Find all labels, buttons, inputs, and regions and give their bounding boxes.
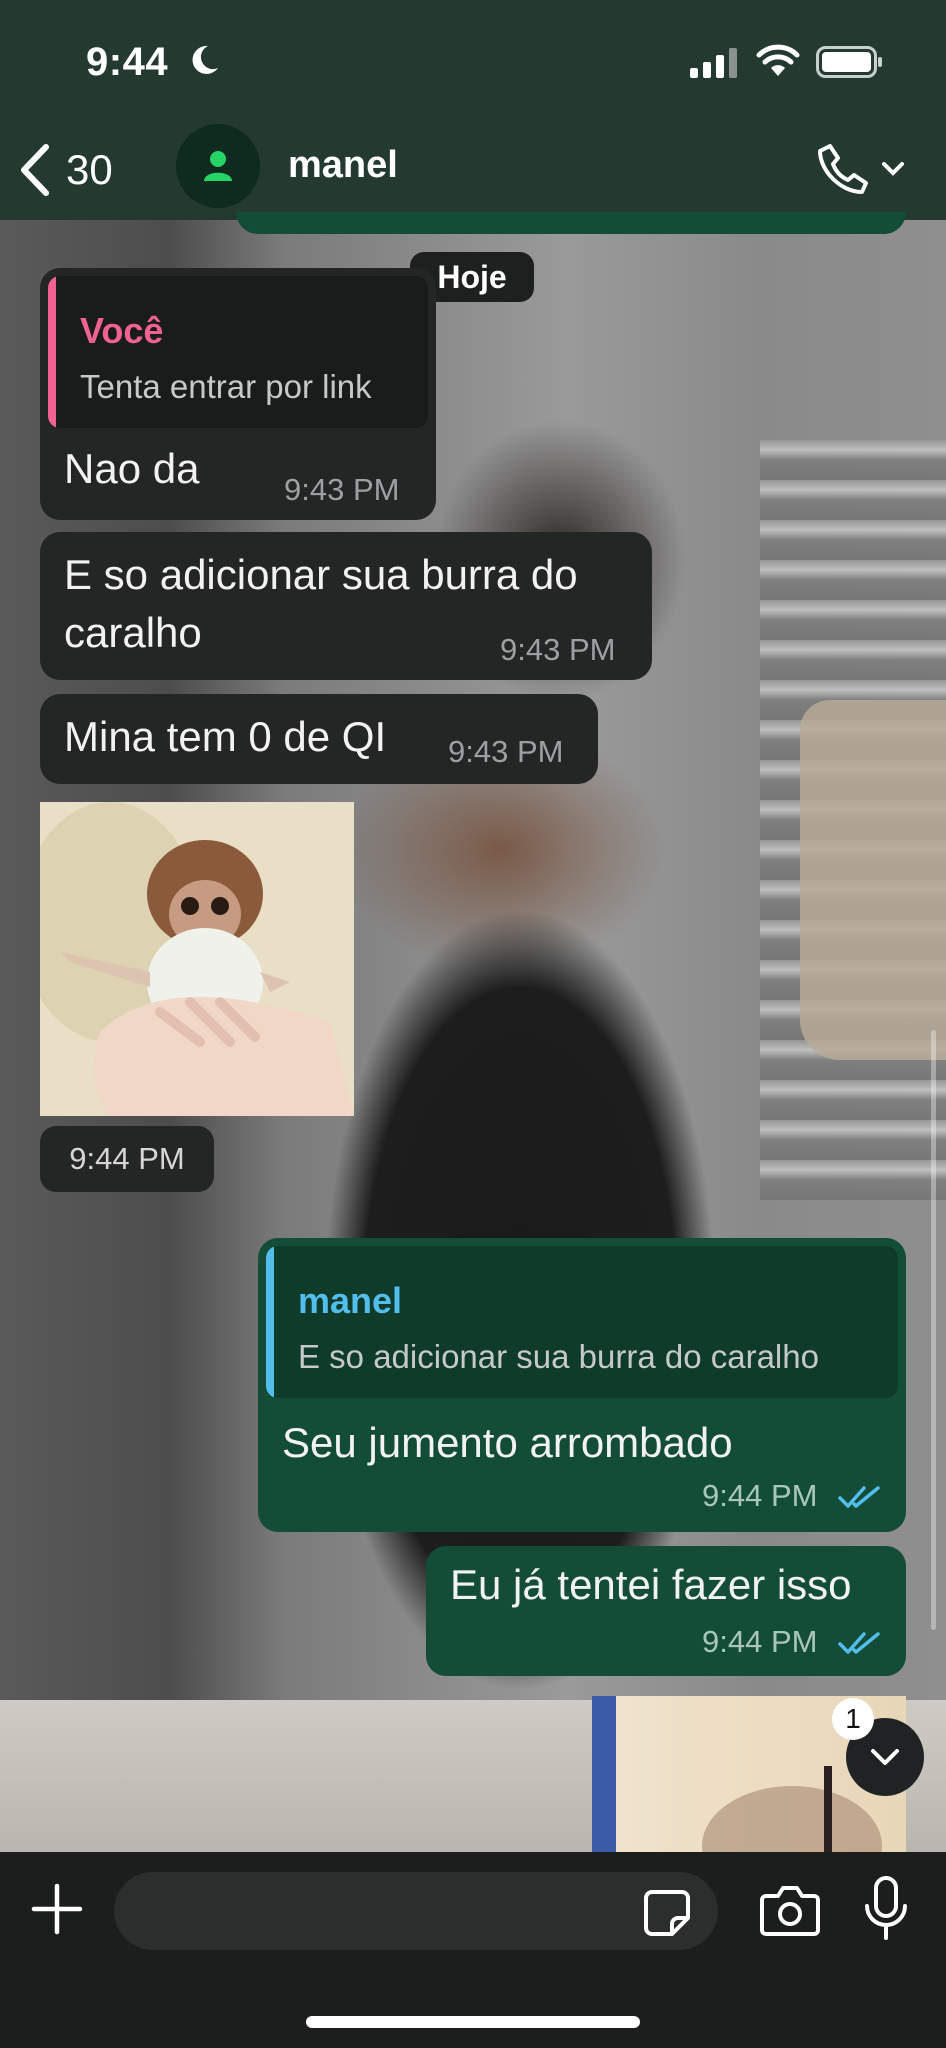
wifi-icon [756, 44, 800, 76]
quote-accent-bar [266, 1246, 274, 1398]
sticker-icon[interactable] [642, 1888, 692, 1938]
signal-icon [690, 48, 737, 78]
call-button[interactable] [816, 140, 916, 200]
unread-chats-count: 30 [66, 146, 113, 193]
person-icon [204, 151, 232, 181]
image-message[interactable] [40, 802, 354, 1116]
contact-name[interactable]: manel [288, 144, 398, 187]
wallpaper-towel [800, 700, 946, 1060]
contact-avatar[interactable] [176, 124, 260, 208]
monkey-photo [40, 802, 354, 1116]
status-bar: 9:44 [0, 0, 946, 120]
message-bubble[interactable]: Você Tenta entrar por link Nao da 9:43 P… [40, 268, 436, 520]
chevron-left-icon [21, 144, 49, 196]
phone-icon [818, 144, 868, 194]
quote-text: Tenta entrar por link [80, 368, 372, 405]
message-text: Nao da [64, 445, 200, 492]
chevron-down-icon [871, 1749, 899, 1765]
double-check-read-icon [838, 1632, 880, 1654]
quoted-message[interactable]: Você Tenta entrar por link [48, 276, 428, 428]
message-time: 9:44 PM [702, 1624, 818, 1659]
composer-bar [0, 1852, 946, 2048]
camera-icon[interactable] [760, 1884, 820, 1936]
quote-author: manel [298, 1280, 403, 1321]
message-text: Eu já tentei fazer isso [450, 1561, 852, 1608]
message-bubble[interactable]: manel E so adicionar sua burra do caralh… [258, 1238, 906, 1532]
quote-accent-bar [48, 276, 56, 428]
image-time: 9:44 PM [40, 1126, 214, 1192]
message-time: 9:43 PM [500, 632, 616, 667]
previous-outgoing-bubble-edge [236, 212, 906, 234]
message-bubble[interactable]: Eu já tentei fazer isso 9:44 PM [426, 1546, 906, 1676]
plus-icon[interactable] [30, 1882, 84, 1936]
message-time: 9:43 PM [284, 472, 400, 507]
quoted-message[interactable]: manel E so adicionar sua burra do caralh… [266, 1246, 898, 1398]
unread-badge: 1 [832, 1698, 874, 1740]
message-text: Mina tem 0 de QI [64, 713, 387, 760]
message-time: 9:43 PM [448, 734, 564, 769]
message-text-line: E so adicionar sua burra do [64, 551, 578, 598]
home-indicator [306, 2016, 640, 2028]
message-time: 9:44 PM [702, 1478, 818, 1513]
moon-icon [192, 45, 218, 74]
message-bubble[interactable]: E so adicionar sua burra do caralho 9:43… [40, 532, 652, 680]
status-time: 9:44 [86, 40, 169, 84]
scroll-indicator[interactable] [931, 1030, 936, 1630]
microphone-icon[interactable] [862, 1876, 910, 1942]
chevron-down-icon [882, 162, 904, 176]
quote-author: Você [80, 310, 164, 351]
message-text-line: caralho [64, 609, 202, 656]
battery-icon [816, 46, 882, 78]
message-bubble[interactable]: Mina tem 0 de QI 9:43 PM [40, 694, 598, 784]
message-input[interactable] [114, 1872, 718, 1950]
double-check-read-icon [838, 1486, 880, 1508]
chat-header: 30 manel [0, 120, 946, 220]
back-button[interactable]: 30 [18, 138, 148, 202]
message-text: Seu jumento arrombado [282, 1419, 733, 1466]
quote-text: E so adicionar sua burra do caralho [298, 1338, 819, 1375]
